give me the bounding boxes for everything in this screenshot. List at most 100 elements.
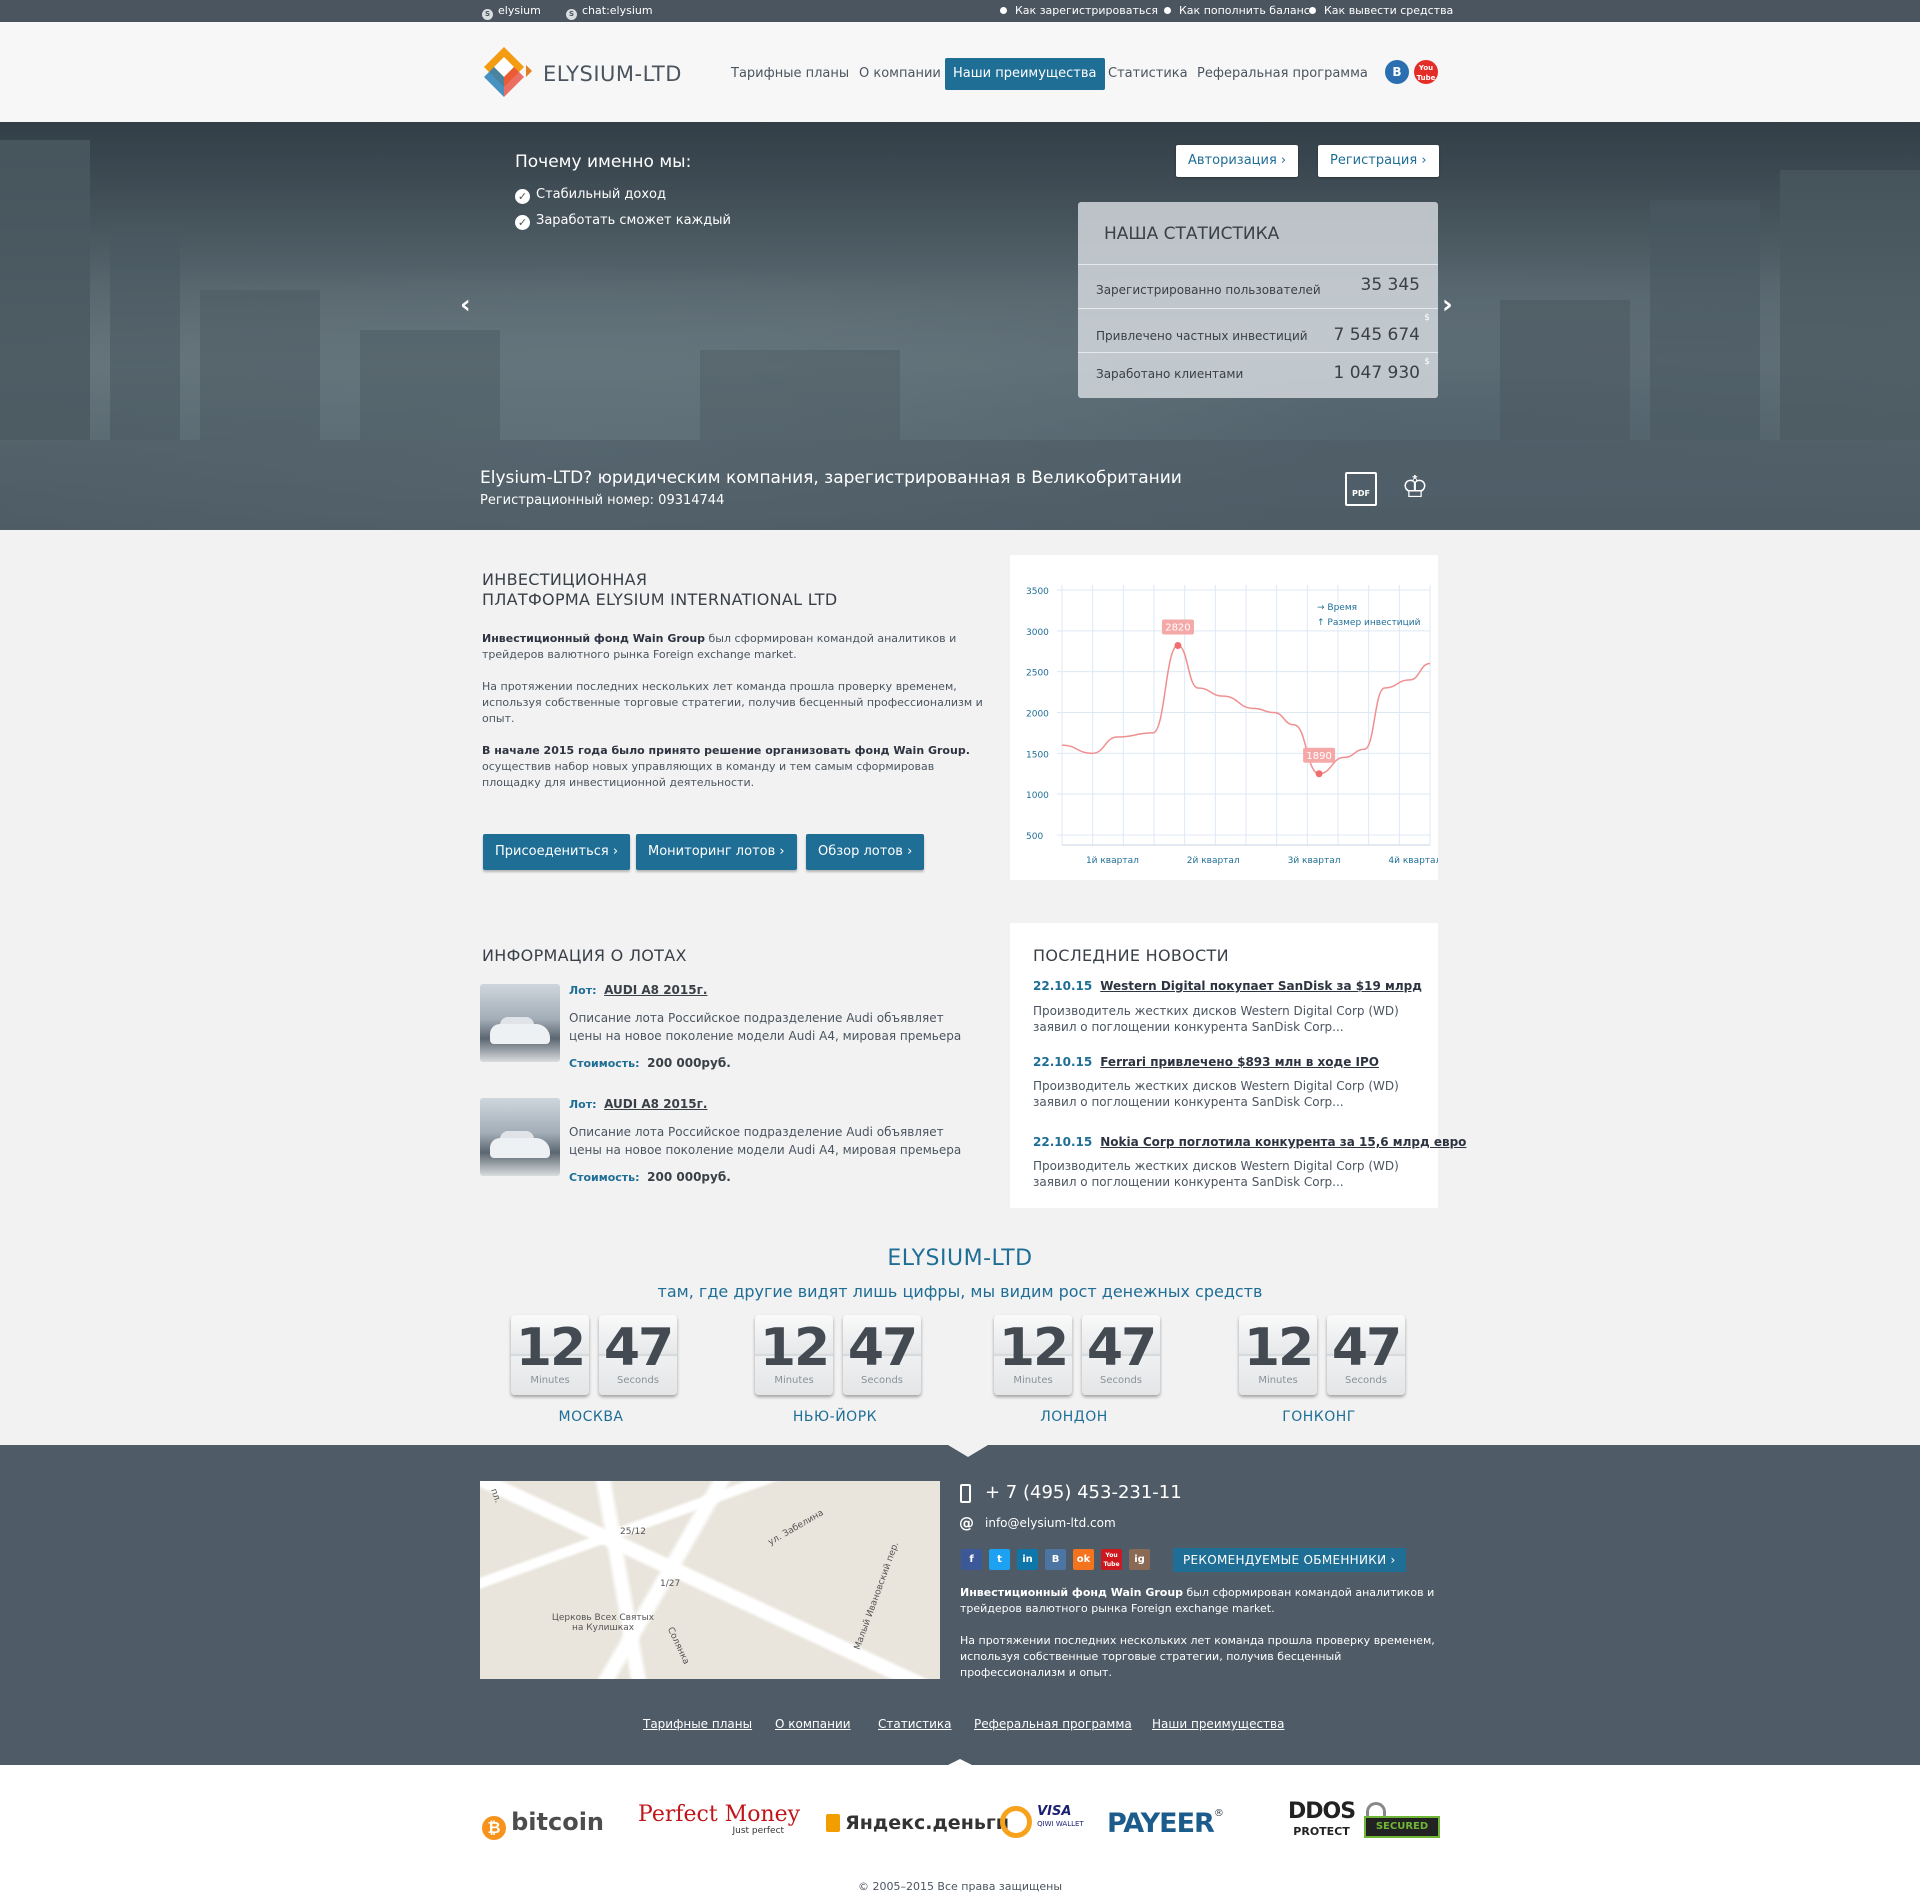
stat-row: Привлечено частных инвестиций 7 545 674 … (1078, 308, 1438, 352)
lot-image[interactable] (480, 1098, 560, 1176)
x-tick-label: 2й квартал (1187, 856, 1240, 866)
facebook-icon[interactable]: f (961, 1549, 982, 1570)
yandex-money-logo: Яндекс.деньги (826, 1812, 1009, 1834)
minutes-card: 12 Minutes (1239, 1315, 1317, 1395)
logo-icon[interactable] (482, 45, 536, 99)
contact-email[interactable]: info@elysium-ltd.com (985, 1516, 1116, 1530)
vk-icon[interactable]: B (1045, 1549, 1066, 1570)
y-tick-label: 3500 (1026, 587, 1049, 597)
x-tick-label: 1й квартал (1086, 856, 1139, 866)
lot-name-link[interactable]: AUDI A8 2015г. (604, 1097, 707, 1111)
map-label: Церковь Всех Святых на Кулишках (551, 1613, 655, 1633)
lot-image[interactable] (480, 984, 560, 1062)
exchangers-button[interactable]: РЕКОМЕНДУЕМЫЕ ОБМЕННИКИ › (1173, 1548, 1406, 1572)
slogan-subtitle: там, где другие видят лишь цифры, мы вид… (657, 1282, 1263, 1301)
location-map[interactable]: пл. 25/12 1/27 ул. Забелина Малый Иванов… (480, 1481, 940, 1679)
vk-icon[interactable]: B (1385, 60, 1409, 84)
stat-value: 35 345 (1360, 275, 1420, 295)
linkedin-icon[interactable]: in (1017, 1549, 1038, 1570)
world-clock: 12 Minutes 47 Seconds МОСКВА (506, 1315, 677, 1425)
topbar-link-deposit[interactable]: Как пополнить баланс (1164, 4, 1310, 17)
logo-text[interactable]: ELYSIUM-LTD (543, 62, 682, 86)
why-us-title: Почему именно мы: (515, 152, 692, 172)
news-link[interactable]: Western Digital покупает SanDisk за $19 … (1100, 979, 1422, 993)
pdf-icon[interactable]: PDF (1345, 472, 1377, 506)
lot-description: Описание лота Российское подразделение A… (569, 1125, 962, 1157)
footer-nav-referral[interactable]: Реферальная программа (974, 1717, 1132, 1731)
news-item-body: Производитель жестких дисков Western Dig… (1033, 1159, 1399, 1189)
qiwi-icon (1000, 1806, 1032, 1838)
map-label: Солянка (664, 1625, 691, 1667)
nav-advantages[interactable]: Наши преимущества (945, 58, 1105, 90)
register-button[interactable]: Регистрация › (1318, 145, 1439, 177)
slogan-title: ELYSIUM-LTD (887, 1246, 1033, 1271)
lots-overview-button[interactable]: Обзор лотов › (806, 834, 925, 870)
copyright: © 2005–2015 Все права защищены (857, 1880, 1063, 1893)
monitoring-button[interactable]: Мониторинг лотов › (636, 834, 797, 870)
stat-label: Привлечено частных инвестиций (1096, 329, 1308, 343)
y-tick-label: 2000 (1026, 710, 1049, 720)
email-icon: @ (959, 1514, 974, 1532)
footer-nav-tariffs[interactable]: Тарифные планы (643, 1717, 752, 1731)
contact-phone[interactable]: + 7 (495) 453-231-11 (985, 1482, 1182, 1503)
seconds-card: 47 Seconds (599, 1315, 677, 1395)
news-link[interactable]: Ferrari привлечено $893 млн в ходе IPO (1100, 1055, 1379, 1069)
skype-contact-2[interactable]: Schat:elysium (566, 4, 653, 20)
nav-statistics[interactable]: Статистика (1100, 58, 1196, 90)
nav-about[interactable]: О компании (851, 58, 949, 90)
skype-contact-1[interactable]: Selysium (482, 4, 541, 20)
lot-price-line: Стоимость: 200 000руб. (569, 1170, 731, 1184)
lot-name-link[interactable]: AUDI A8 2015г. (604, 983, 707, 997)
topbar-link-register[interactable]: Как зарегистрироваться (1000, 4, 1158, 17)
map-label: пл. (488, 1487, 503, 1505)
world-clock: 12 Minutes 47 Seconds ЛОНДОН (989, 1315, 1160, 1425)
city-backdrop (110, 230, 180, 440)
skype-icon: S (482, 9, 493, 20)
skype-icon: S (566, 9, 577, 20)
stat-value: 7 545 674 (1333, 325, 1420, 345)
footer-nav-about[interactable]: О компании (775, 1717, 851, 1731)
stats-title: НАША СТАТИСТИКА (1104, 224, 1280, 244)
nav-referral[interactable]: Реферальная программа (1189, 58, 1376, 90)
map-label: ул. Забелина (766, 1508, 826, 1548)
footer-nav-advantages[interactable]: Наши преимущества (1152, 1717, 1284, 1731)
clock-city: ЛОНДОН (1040, 1409, 1108, 1425)
join-button[interactable]: Присоедениться › (483, 834, 631, 870)
youtube-icon[interactable]: You Tube (1414, 60, 1438, 84)
news-item-head: 22.10.15 Ferrari привлечено $893 млн в хо… (1033, 1055, 1379, 1069)
crest-icon[interactable]: ♔ (1393, 470, 1437, 506)
city-backdrop (360, 330, 500, 440)
stat-unit: $ (1424, 357, 1430, 367)
slider-prev-icon[interactable]: ‹ (460, 290, 471, 320)
news-link[interactable]: Nokia Corp поглотила конкурента за 15,6 … (1100, 1135, 1466, 1149)
minutes-card: 12 Minutes (755, 1315, 833, 1395)
odnoklassniki-icon[interactable]: ok (1073, 1549, 1094, 1570)
topbar-link-withdraw[interactable]: Как вывести средства (1309, 4, 1453, 17)
clock-city: НЬЮ-ЙОРК (792, 1409, 878, 1425)
youtube-icon[interactable]: You Tube (1101, 1549, 1122, 1570)
twitter-icon[interactable]: t (989, 1549, 1010, 1570)
chevron-right-icon: › (1280, 153, 1287, 168)
clock-city: МОСКВА (558, 1409, 624, 1425)
bullet-icon (1000, 7, 1007, 14)
comodo-secured-logo: SECURED (1364, 1802, 1440, 1840)
data-point (1315, 770, 1323, 778)
footer-nav-statistics[interactable]: Статистика (878, 1717, 952, 1731)
bitcoin-logo: ₿ bitcoin (482, 1808, 604, 1840)
y-tick-label: 1500 (1026, 750, 1049, 760)
slider-next-icon[interactable]: › (1442, 290, 1453, 320)
login-button[interactable]: Авторизация › (1176, 145, 1299, 177)
instagram-icon[interactable]: ig (1129, 1549, 1150, 1570)
legend-item: ↑ Размер инвестиций (1317, 618, 1421, 628)
city-backdrop (1500, 300, 1630, 440)
bullet-icon (1164, 7, 1171, 14)
map-label: 1/27 (660, 1579, 681, 1589)
y-tick-label: 2500 (1026, 669, 1049, 679)
check-icon: ✓ (515, 189, 530, 204)
seconds-card: 47 Seconds (843, 1315, 921, 1395)
legend-item: → Время (1317, 603, 1357, 613)
y-tick-label: 3000 (1026, 628, 1049, 638)
data-label: 2820 (1165, 623, 1190, 634)
nav-tariffs[interactable]: Тарифные планы (723, 58, 857, 90)
lots-title: ИНФОРМАЦИЯ О ЛОТАХ (482, 946, 687, 965)
